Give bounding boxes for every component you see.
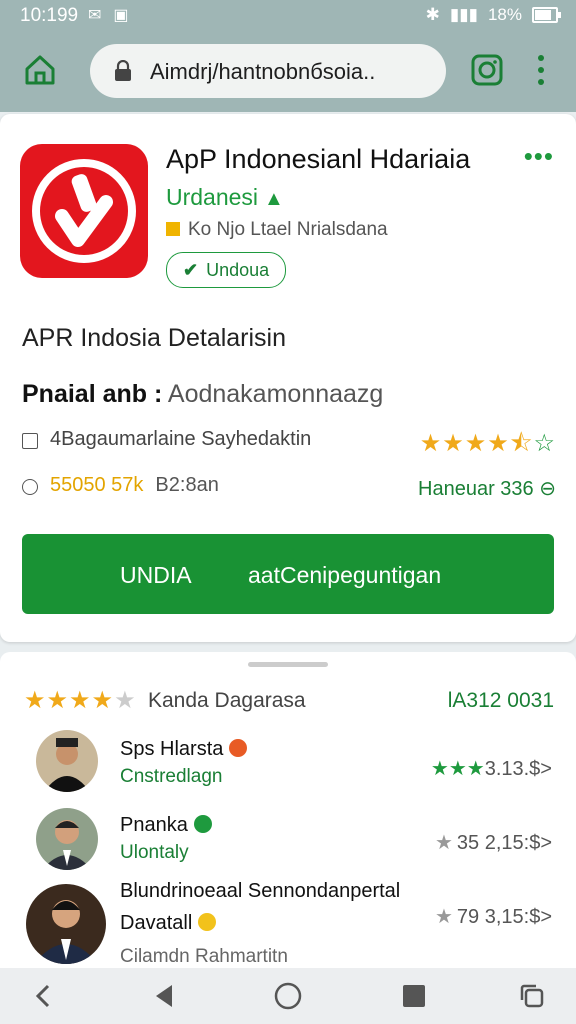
developer-name: Urdanesi [166,184,259,210]
person-avatar-icon [36,808,98,870]
image-icon: ▣ [113,7,129,24]
emoji-icon [198,913,217,931]
reviews-rating-stars: ★★★★★ [24,687,137,714]
subtitle-text: Ko Njo Ltael Nrialsdana [188,219,388,240]
checkbox[interactable] [22,433,38,449]
camera-icon[interactable] [470,53,504,87]
info-row-2-right[interactable]: Haneuar 336 ⊖ [418,476,556,501]
install-label-left: UNDIA [120,562,192,588]
plus-badge-icon [193,815,212,833]
reviewer-sub: Ulontaly [120,842,189,863]
reviewer-name-text: Sps Hlarsta [120,738,224,760]
signal-icon: ▮▮▮ [449,5,478,24]
more-options-icon[interactable]: ••• [524,143,554,169]
home-circle-icon[interactable] [272,980,304,1012]
review-stars: ★ [434,832,453,854]
avatar [26,884,106,964]
reviews-header-count: lA312 0031 [447,689,554,712]
app-icon[interactable] [20,144,148,278]
verified-label: Undoua [206,260,270,280]
person-avatar-icon [36,730,98,792]
chevron-left-icon[interactable] [28,980,60,1012]
up-arrow-icon: ▲ [264,188,284,210]
wifi-icon: ✱ [425,5,440,24]
notification-icons: ✉ ▣ [88,5,129,25]
review-meta: ★★★3.13.$> [431,756,552,781]
app-title: ApP Indonesianl Hdariaia [166,144,471,174]
verified-chip[interactable]: ✔ Undoua [166,252,287,288]
reviewer-name-line2: Davatall [120,912,217,935]
reviewer-name: Pnanka [120,814,212,837]
system-nav-bar [0,968,576,1024]
badge-icon [166,222,180,236]
back-triangle-icon[interactable] [148,980,180,1012]
status-right: ✱ ▮▮▮ 18% [425,5,561,25]
install-label-right: aatCenipeguntigan [248,562,442,588]
app-subtitle: Ko Njo Ltael Nrialsdana [166,219,388,241]
person-avatar-icon [26,884,106,964]
rating-stars: ★★★★⯪☆ [419,430,556,457]
url-text: Aimdrj/hantnobnбsoia.. [150,59,376,84]
reviews-header-label: Kanda Dagarasa [148,689,306,712]
review-meta: ★ 79 3,15:$> [435,904,552,929]
developer-link[interactable]: Urdanesi ▲ [166,184,284,211]
battery-icon [532,7,561,23]
reviewer-name: Blundrinoeaal Sennondanpertal [120,880,401,902]
review-meta-text: 3.13.$> [484,758,552,780]
reviews-card: ★★★★★ Kanda Dagarasa lA312 0031 Sps Hlar… [0,652,576,968]
info-row-1-text: 4Bagaumarlaine Sayhedaktin [50,428,312,450]
review-meta: ★ 35 2,15:$> [435,830,552,855]
info-row-2: 55050 57k B2:8an Haneuar 336 ⊖ [22,474,556,504]
detail-value: Aodnakamonnaazg [167,380,384,408]
avatar [36,808,98,870]
detail-label: Pnaial anb : [22,380,163,408]
notification-icon: ✉ [88,7,102,24]
info-row-2-values: 55050 57k B2:8an [50,474,219,497]
copy-icon[interactable] [516,980,548,1012]
info-row-1: 4Bagaumarlaine Sayhedaktin ★★★★⯪☆ [22,428,556,458]
reviewer-name: Sps Hlarsta [120,738,248,761]
app-logo-icon [32,159,136,263]
check-icon: ✔ [183,260,199,280]
review-stars: ★ [434,906,453,928]
reviewer-sub: Cilamdn Rahmartitn [120,946,288,967]
app-card: ApP Indonesianl Hdariaia ••• Urdanesi ▲ K… [0,114,576,642]
avatar [36,730,98,792]
detail-line: Pnaial anb : Aodnakamonnaazg [22,380,383,409]
review-meta-text: 35 2,15:$> [456,832,552,854]
drag-handle[interactable] [248,662,328,667]
browser-toolbar: Aimdrj/hantnobnбsoia.. [0,32,576,112]
more-vert-icon[interactable] [532,52,550,88]
details-title: APR Indosia Detalarisin [22,324,287,352]
address-bar[interactable]: Aimdrj/hantnobnбsoia.. [90,44,446,98]
install-button[interactable]: UNDIA aatCenipeguntigan [22,534,554,614]
review-meta-text: 79 3,15:$> [456,906,552,928]
size-text: B2:8an [155,474,219,496]
home-icon[interactable] [22,52,58,88]
recents-square-icon[interactable] [398,980,430,1012]
lock-icon [115,60,131,81]
emoji-icon [229,739,248,757]
review-stars: ★★★ [430,758,485,780]
reviewer-name-text: Davatall [120,912,193,934]
reviewer-sub: Cnstredlagn [120,766,223,787]
status-bar: 10:199 ✉ ▣ ✱ ▮▮▮ 18% [0,0,576,32]
battery-percent: 18% [487,5,522,24]
reviewer-name-text: Pnanka [120,814,188,836]
status-time: 10:199 [20,5,79,26]
downloads-count: 55050 57k [50,474,144,496]
radio-button[interactable] [22,479,38,495]
